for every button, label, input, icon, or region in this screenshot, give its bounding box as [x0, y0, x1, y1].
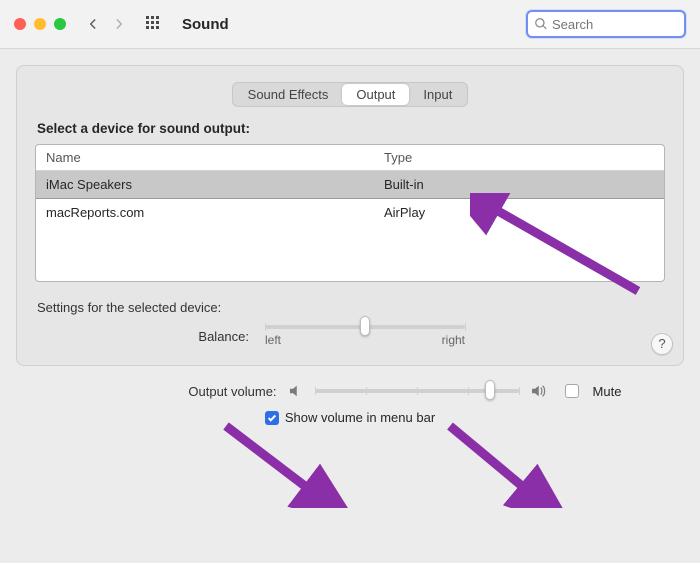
close-window-button[interactable] [14, 18, 26, 30]
selected-device-settings-heading: Settings for the selected device: [37, 300, 665, 315]
output-device-heading: Select a device for sound output: [37, 121, 665, 136]
search-icon [534, 17, 548, 31]
output-device-table: Name Type iMac Speakers Built-in macRepo… [35, 144, 665, 282]
window-controls [14, 18, 66, 30]
balance-right-label: right [442, 333, 465, 347]
device-type: AirPlay [374, 199, 664, 226]
col-name-header: Name [36, 145, 374, 170]
tab-sound-effects[interactable]: Sound Effects [234, 84, 343, 105]
show-volume-menubar-checkbox[interactable] [265, 411, 279, 425]
table-header: Name Type [36, 145, 664, 171]
device-name: macReports.com [36, 199, 374, 226]
show-volume-menubar-row: Show volume in menu bar [18, 410, 682, 425]
show-all-icon[interactable] [146, 16, 162, 32]
show-volume-menubar-label: Show volume in menu bar [285, 410, 435, 425]
col-type-header: Type [374, 145, 664, 170]
zoom-window-button[interactable] [54, 18, 66, 30]
tab-bar: Sound Effects Output Input [35, 82, 665, 107]
back-button[interactable] [86, 17, 100, 31]
balance-slider[interactable] [265, 325, 465, 329]
sound-panel: Sound Effects Output Input Select a devi… [16, 65, 684, 366]
speaker-low-icon [287, 382, 305, 400]
footer: Output volume: Mute Show volume in menu … [0, 378, 700, 435]
device-name: iMac Speakers [36, 171, 374, 198]
speaker-high-icon [529, 382, 547, 400]
nav-arrows [86, 17, 126, 31]
minimize-window-button[interactable] [34, 18, 46, 30]
balance-label: Balance: [43, 329, 253, 344]
search-input[interactable] [548, 16, 678, 33]
search-field[interactable] [526, 10, 686, 38]
mute-label: Mute [593, 384, 622, 399]
balance-left-label: left [265, 333, 281, 347]
output-volume-row: Output volume: Mute [18, 382, 682, 400]
page-title: Sound [182, 16, 229, 33]
device-type: Built-in [374, 171, 664, 198]
tab-output[interactable]: Output [342, 84, 409, 105]
mute-checkbox[interactable] [565, 384, 579, 398]
table-row[interactable]: macReports.com AirPlay [36, 199, 664, 226]
help-button[interactable]: ? [651, 333, 673, 355]
tab-input[interactable]: Input [409, 84, 466, 105]
table-row[interactable]: iMac Speakers Built-in [36, 171, 664, 199]
output-volume-label: Output volume: [79, 384, 277, 399]
balance-row: Balance: left right [35, 325, 665, 347]
titlebar: Sound [0, 0, 700, 49]
output-volume-slider[interactable] [315, 389, 519, 393]
forward-button[interactable] [112, 17, 126, 31]
